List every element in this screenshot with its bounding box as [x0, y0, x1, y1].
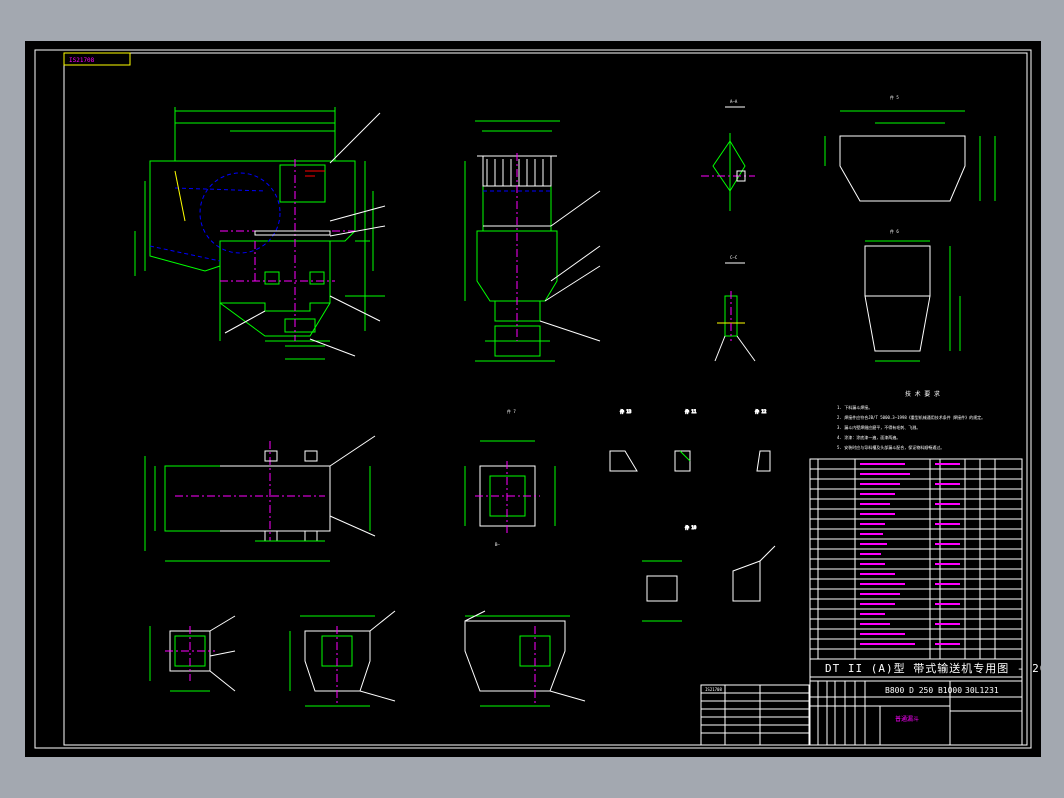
cad-viewport: IS21708 A—A C—C 件 5 件 6 件 7 B— 件 13 件 11…	[0, 0, 1064, 798]
svg-text:3. 漏斗内壁焊缝应磨平，不得有毛刺、飞溅。: 3. 漏斗内壁焊缝应磨平，不得有毛刺、飞溅。	[837, 424, 920, 430]
part-8-view	[149, 615, 236, 692]
main-elevation-details	[174, 170, 331, 236]
svg-text:C—C: C—C	[730, 255, 738, 260]
part-7-view: 件 7 B—	[464, 408, 556, 547]
revision-label: IS21708	[705, 687, 722, 692]
part-10-view	[464, 610, 586, 707]
drawing-sheet: IS21708 A—A C—C 件 5 件 6 件 7 B— 件 13 件 11…	[25, 41, 1062, 757]
svg-text:件 5: 件 5	[890, 94, 899, 100]
small-part-views: 件 13 件 11 件 12 件 10	[609, 408, 776, 622]
svg-text:件 10: 件 10	[685, 524, 697, 530]
svg-text:件 6: 件 6	[890, 228, 899, 234]
svg-text:技 术 要 求: 技 术 要 求	[905, 390, 940, 398]
svg-text:B—: B—	[495, 542, 500, 547]
svg-text:件 7: 件 7	[507, 408, 516, 414]
svg-text:件 12: 件 12	[755, 408, 767, 414]
main-elevation-hidden	[149, 172, 281, 262]
drawing-canvas: IS21708 A—A C—C 件 5 件 6 件 7 B— 件 13 件 11…	[34, 49, 1062, 749]
part-5-view: 件 5	[824, 94, 996, 202]
drawing-title: DT II (A)型 带式输送机专用图 - 2002	[825, 661, 1041, 675]
part-6-view: 件 6	[864, 228, 961, 362]
parts-list-table	[809, 458, 1023, 660]
part-code: 30L1231	[965, 686, 999, 695]
svg-text:件 11: 件 11	[685, 408, 697, 414]
svg-text:A—A: A—A	[730, 99, 738, 104]
main-elevation-centerlines	[220, 159, 355, 341]
part-9-view	[289, 610, 396, 707]
parts-list-text-marks	[860, 463, 960, 645]
svg-text:件 13: 件 13	[620, 408, 632, 414]
drawing-number: B800 D 250 B1000	[885, 686, 962, 695]
part-name: 普通漏斗	[895, 715, 919, 723]
inner-border	[63, 52, 1028, 746]
side-elevation-view	[464, 120, 560, 362]
plan-view	[144, 435, 376, 562]
svg-text:1. 下料漏斗焊接。: 1. 下料漏斗焊接。	[837, 404, 872, 410]
sheet-id: IS21708	[69, 57, 95, 64]
section-aa-view: A—A C—C	[701, 99, 756, 362]
svg-text:4. 涂漆：涂底漆一遍，面漆两遍。: 4. 涂漆：涂底漆一遍，面漆两遍。	[837, 434, 900, 440]
tech-requirements: 技 术 要 求 1. 下料漏斗焊接。 2. 焊接件应符合JB/T 5000.3—…	[837, 390, 985, 450]
svg-text:2. 焊接件应符合JB/T 5000.3—1998《重型机械: 2. 焊接件应符合JB/T 5000.3—1998《重型机械通用技术条件 焊接件…	[837, 414, 985, 420]
svg-text:5. 安装时应与导料槽及头部漏斗配合，保证物料顺畅通过。: 5. 安装时应与导料槽及头部漏斗配合，保证物料顺畅通过。	[837, 444, 944, 450]
